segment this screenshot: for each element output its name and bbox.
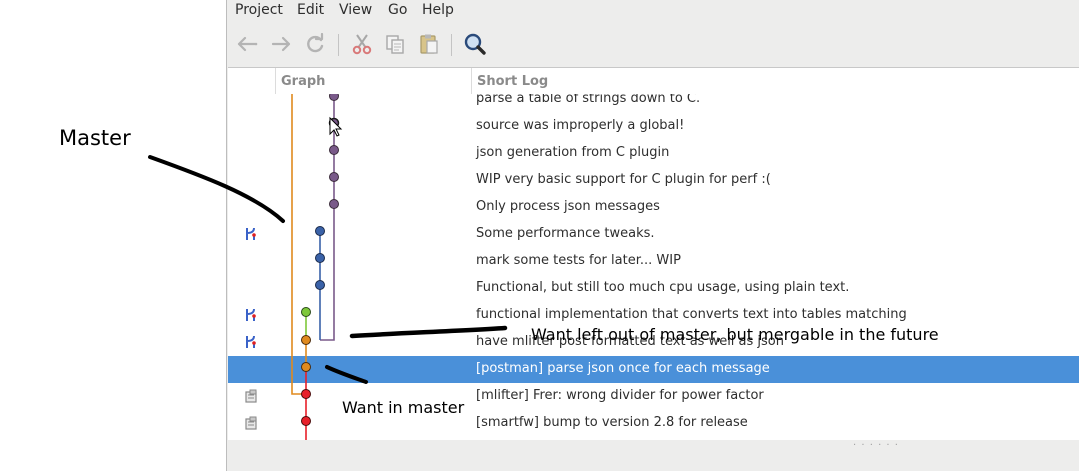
menu-help[interactable]: Help [422,2,454,18]
commit-row[interactable]: json generation from C plugin [228,140,1079,167]
commit-message: Only process json messages [476,199,660,214]
commit-row[interactable]: parse a table of strings down to C. [228,94,1079,113]
commit-message: functional implementation that converts … [476,307,907,322]
menu-view[interactable]: View [339,2,372,18]
commit-history-panel: Graph Short Log parse a table of strings… [228,67,1079,440]
commit-message: [smartfw] bump to version 2.8 for releas… [476,415,748,430]
commit-message: WIP very basic support for C plugin for … [476,172,771,187]
commit-message: Functional, but still too much cpu usage… [476,280,850,295]
refresh-icon [307,33,324,53]
commit-row[interactable]: mark some tests for later... WIP [228,248,1079,275]
forward-icon [271,36,291,52]
commit-message: source was improperly a global! [476,118,685,133]
statusbar: · · · · · · [227,440,1079,471]
resize-grip-icon[interactable]: · · · · · · [853,440,899,451]
tag-icon [245,416,257,430]
commit-message: [postman] parse json once for each messa… [476,361,770,376]
forward-button[interactable] [267,30,295,58]
copy-button[interactable] [381,30,409,58]
copy-icon [386,35,404,54]
commit-row[interactable]: source was improperly a global! [228,113,1079,140]
branch-icon [246,335,256,348]
commit-row[interactable]: Some performance tweaks. [228,221,1079,248]
commit-message: [mlifter] Frer: wrong divider for power … [476,388,764,403]
short-log-column-header[interactable]: Short Log [471,68,1079,94]
commit-row[interactable]: Only process json messages [228,194,1079,221]
commit-list: parse a table of strings down to C. sour… [228,94,1079,440]
graph-column-header[interactable]: Graph [275,68,471,94]
commit-row[interactable]: WIP very basic support for C plugin for … [228,167,1079,194]
commit-message: parse a table of strings down to C. [476,94,701,106]
menu-edit[interactable]: Edit [297,2,324,18]
annotation-want-in: Want in master [342,398,465,417]
commit-message: Some performance tweaks. [476,226,655,241]
back-button[interactable] [233,30,261,58]
search-button[interactable] [461,30,489,58]
commit-row-selected[interactable]: [postman] parse json once for each messa… [228,356,1079,383]
commit-message: json generation from C plugin [476,145,670,160]
annotation-master: Master [59,126,131,150]
toolbar [227,28,1079,62]
toolbar-separator [338,34,339,56]
back-icon [237,36,258,52]
menubar: Project Edit View Go Help [227,0,1079,24]
desktop-background [0,0,226,471]
paste-icon [420,34,438,54]
cut-button[interactable] [348,30,376,58]
search-icon [464,33,486,55]
annotation-want-left-out: Want left out of master, but mergable in… [531,325,939,344]
tag-icon [245,389,257,403]
branch-icon [246,308,256,321]
menu-go[interactable]: Go [388,2,407,18]
paste-button[interactable] [415,30,443,58]
cut-icon [352,34,372,55]
commit-row[interactable]: Functional, but still too much cpu usage… [228,275,1079,302]
branch-icon [246,227,256,240]
commit-message: mark some tests for later... WIP [476,253,681,268]
refresh-button[interactable] [301,30,329,58]
menu-project[interactable]: Project [235,2,283,18]
toolbar-separator [451,34,452,56]
